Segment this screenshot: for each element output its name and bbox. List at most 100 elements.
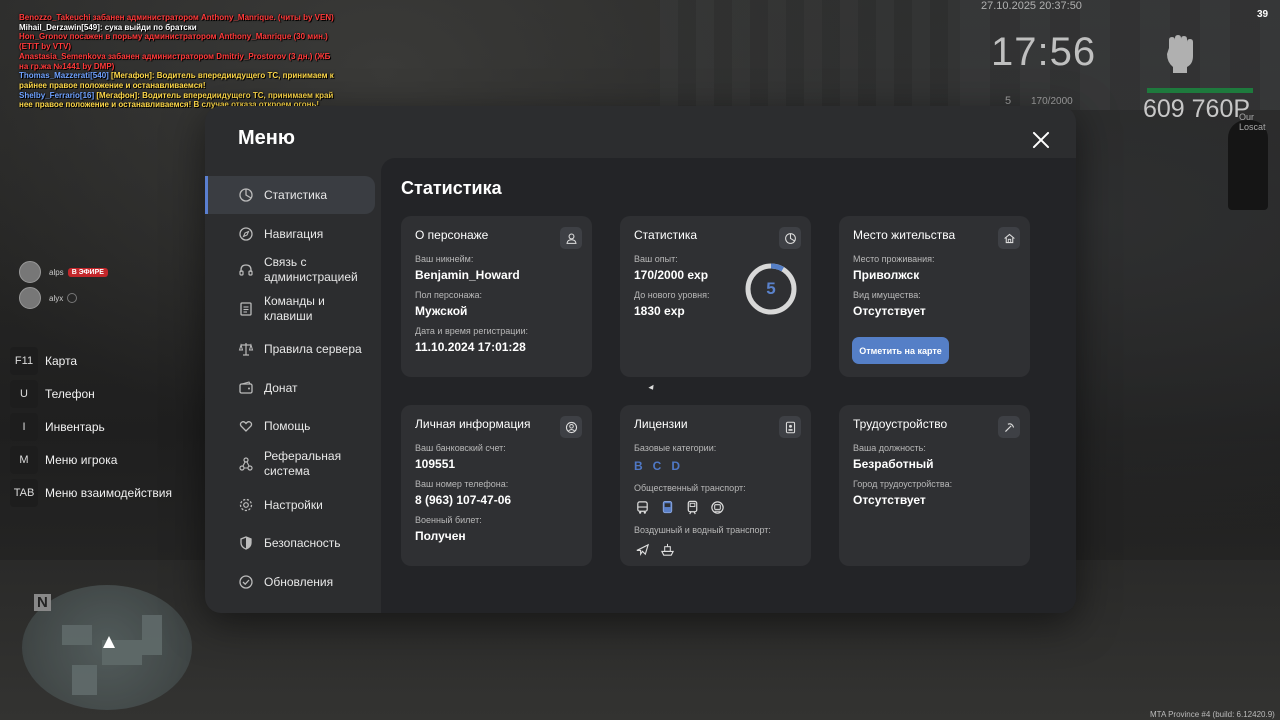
close-icon[interactable] bbox=[1026, 125, 1056, 155]
chat-line: Anastasia_Semenkova забанен администрато… bbox=[19, 51, 331, 61]
card-title: Личная информация bbox=[415, 417, 531, 431]
sidebar-item-label: Помощь bbox=[264, 418, 311, 433]
card-personal: Личная информация Ваш банковский счет: 1… bbox=[401, 405, 592, 566]
chat-line: Thomas_Mazzerati[540] [Мегафон]: Водител… bbox=[19, 71, 334, 81]
card-residence: Место жительства Место проживания: Приво… bbox=[839, 216, 1030, 377]
build-info: MTA Province #4 (build: 6.12420.9) bbox=[1150, 710, 1275, 719]
sidebar-item[interactable]: Донат bbox=[205, 369, 375, 407]
chat-line: Hon_Gronov посажен в порьму администрато… bbox=[19, 32, 328, 42]
card-licenses: Лицензии Базовые категории: BCD Обществе… bbox=[620, 405, 811, 566]
field-label: Военный билет: bbox=[415, 515, 482, 525]
key-hint: M Меню игрока bbox=[10, 443, 172, 476]
job-city-value: Отсутствует bbox=[853, 493, 926, 507]
sidebar-item[interactable]: Связь с администрацией bbox=[205, 250, 375, 290]
key-cap: F11 bbox=[10, 346, 38, 375]
property-value: Отсутствует bbox=[853, 304, 926, 318]
field-label: Ваш номер телефона: bbox=[415, 479, 509, 489]
network-icon bbox=[238, 456, 254, 472]
key-label: Меню игрока bbox=[45, 452, 118, 467]
hud-health-bar bbox=[1147, 88, 1253, 93]
background-character bbox=[1228, 120, 1268, 210]
chat-log: Benozzo_Takeuchi забанен администратором… bbox=[19, 13, 339, 110]
field-label: Базовые категории: bbox=[634, 443, 717, 453]
mic-icon bbox=[67, 293, 78, 303]
mark-on-map-button[interactable]: Отметить на карте bbox=[852, 337, 949, 364]
chat-line: на гр.жа №1441 by DMP) bbox=[19, 61, 115, 71]
public-transport-icons bbox=[634, 499, 797, 515]
minimap-north: N bbox=[34, 594, 51, 611]
key-cap: U bbox=[10, 379, 38, 408]
bank-account-value: 109551 bbox=[415, 457, 456, 471]
boat-icon bbox=[659, 541, 675, 557]
sidebar-item-label: Связь с администрацией bbox=[264, 255, 358, 284]
field-label: Ваш никнейм: bbox=[415, 254, 474, 264]
sidebar-item[interactable]: Команды и клавиши bbox=[205, 289, 375, 329]
card-title: Трудоустройство bbox=[853, 417, 948, 431]
military-value: Получен bbox=[415, 529, 466, 543]
tram-icon bbox=[659, 499, 675, 515]
card-stats: Статистика Ваш опыт: 170/2000 exp До нов… bbox=[620, 216, 811, 377]
sidebar-item[interactable]: Настройки bbox=[205, 486, 375, 524]
residence-value: Приволжск bbox=[853, 268, 920, 282]
document-icon bbox=[238, 301, 254, 317]
shield-icon bbox=[238, 535, 254, 551]
avatar bbox=[19, 261, 41, 283]
sidebar-item[interactable]: Помощь bbox=[205, 407, 375, 445]
pie-chart-icon bbox=[779, 227, 801, 249]
compass-icon bbox=[238, 226, 254, 242]
field-label: Ваша должность: bbox=[853, 443, 926, 453]
sidebar-item[interactable]: Навигация bbox=[205, 215, 375, 253]
background-building bbox=[660, 0, 960, 110]
heart-hand-icon bbox=[238, 418, 254, 434]
card-title: О персонаже bbox=[415, 228, 489, 242]
sidebar-item-label: Реферальная система bbox=[264, 449, 342, 478]
sidebar-item-label: Статистика bbox=[264, 187, 328, 202]
phone-value: 8 (963) 107-47-06 bbox=[415, 493, 512, 507]
key-cap: M bbox=[10, 445, 38, 474]
content-area: Статистика О персонаже Ваш никнейм: Benj… bbox=[381, 158, 1076, 613]
field-label: Общественный транспорт: bbox=[634, 483, 746, 493]
sidebar-item[interactable]: Статистика bbox=[205, 176, 375, 214]
user-circle-icon bbox=[560, 416, 582, 438]
gear-icon bbox=[238, 497, 254, 513]
license-category: D bbox=[671, 459, 681, 473]
wallet-icon bbox=[238, 380, 254, 396]
card-character: О персонаже Ваш никнейм: Benjamin_Howard… bbox=[401, 216, 592, 377]
menu-panel: Меню Статистика Навигация Связь с админист… bbox=[205, 106, 1076, 613]
field-label: Воздушный и водный транспорт: bbox=[634, 525, 771, 535]
field-label: Ваш банковский счет: bbox=[415, 443, 506, 453]
sidebar-item-label: Безопасность bbox=[264, 535, 341, 550]
sidebar-item-label: Обновления bbox=[264, 574, 334, 589]
voice-name: alyx bbox=[49, 293, 64, 303]
sidebar-item[interactable]: Реферальная система bbox=[205, 444, 375, 484]
metro-icon bbox=[709, 499, 725, 515]
chat-line: Benozzo_Takeuchi забанен администратором… bbox=[19, 13, 334, 22]
scales-icon bbox=[238, 341, 254, 357]
job-position-value: Безработный bbox=[853, 457, 934, 471]
chat-line: Shelby_Ferrario[16] [Мегафон]: Водитель … bbox=[19, 90, 334, 100]
sidebar-item[interactable]: Правила сервера bbox=[205, 330, 375, 368]
voice-entry: alyx bbox=[19, 285, 108, 311]
id-card-icon bbox=[779, 416, 801, 438]
key-hint: I Инвентарь bbox=[10, 410, 172, 443]
field-label: Пол персонажа: bbox=[415, 290, 483, 300]
key-label: Телефон bbox=[45, 386, 95, 401]
bus-icon bbox=[634, 499, 650, 515]
voice-list: alps В ЭФИРЕ alyx bbox=[19, 259, 108, 311]
menu-title: Меню bbox=[238, 127, 295, 149]
hud-money: 609 760Р bbox=[1143, 95, 1251, 123]
key-hint: TAB Меню взаимодействия bbox=[10, 476, 172, 509]
registration-value: 11.10.2024 17:01:28 bbox=[415, 340, 526, 354]
chat-line: Mihail_Derzawin[549]: сука выйди по брат… bbox=[19, 22, 197, 32]
gender-value: Мужской bbox=[415, 304, 468, 318]
train-icon bbox=[684, 499, 700, 515]
key-cap: I bbox=[10, 412, 38, 441]
key-label: Инвентарь bbox=[45, 419, 105, 434]
key-hint: F11 Карта bbox=[10, 344, 172, 377]
field-label: Дата и время регистрации: bbox=[415, 326, 528, 336]
sidebar-item[interactable]: Безопасность bbox=[205, 524, 375, 562]
hud-ping: 39 bbox=[1257, 9, 1269, 20]
chat-line: (ETIT by VTV) bbox=[19, 42, 71, 52]
sidebar-item[interactable]: Обновления bbox=[205, 563, 375, 601]
hud-date: 27.10.2025 20:37:50 bbox=[981, 0, 1082, 12]
